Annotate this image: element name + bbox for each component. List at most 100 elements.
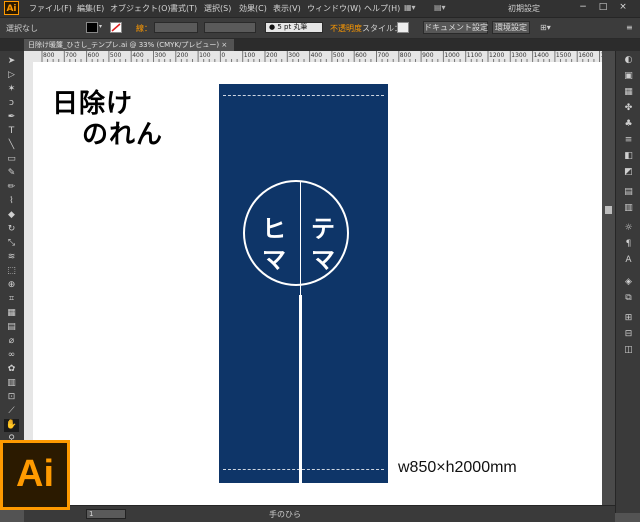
hand-tool-icon[interactable]: ✋ (4, 419, 19, 432)
graphic-styles-icon[interactable]: ▥ (622, 203, 635, 214)
variable-width-profile[interactable] (204, 22, 256, 33)
blob-brush-tool-icon[interactable]: ⌇ (4, 195, 19, 208)
menu-object[interactable]: オブジェクト(O) (110, 3, 171, 14)
rectangle-tool-icon[interactable]: ▭ (4, 153, 19, 166)
ruler-number: 200 (266, 52, 278, 59)
pen-tool-icon[interactable]: ✒ (4, 111, 19, 124)
symbols-panel-icon[interactable]: ♣ (622, 119, 635, 130)
menu-edit[interactable]: 編集(E) (77, 3, 104, 14)
fill-swatch[interactable] (86, 22, 98, 33)
align-options-icon[interactable]: ⊞▾ (540, 23, 551, 32)
color-guide-icon[interactable]: ▣ (622, 71, 635, 82)
ruler-number: 100 (243, 52, 256, 59)
bridge-icon[interactable]: ▦▾ (404, 3, 416, 12)
minimize-button[interactable]: − (578, 3, 588, 12)
document-setup-button[interactable]: ドキュメント設定 (423, 21, 488, 34)
stroke-label[interactable]: 線： (136, 23, 152, 34)
rotate-tool-icon[interactable]: ↻ (4, 223, 19, 236)
brushes-panel-icon[interactable]: ✤ (622, 103, 635, 114)
ruler-number: 900 (422, 52, 434, 59)
ruler-number: 1300 (511, 52, 527, 59)
selection-status: 選択なし (6, 24, 38, 33)
stroke-weight-field[interactable] (154, 22, 198, 33)
menu-window[interactable]: ウィンドウ(W) (307, 3, 361, 14)
menu-select[interactable]: 選択(S) (204, 3, 231, 14)
app-logo-icon: Ai (4, 1, 19, 15)
preferences-button[interactable]: 環境設定 (492, 21, 530, 34)
brush-definition[interactable]: ● 5 pt 丸筆 (265, 22, 323, 33)
type-tool-icon[interactable]: T (4, 125, 19, 138)
scroll-thumb[interactable] (605, 206, 612, 214)
symbol-sprayer-tool-icon[interactable]: ✿ (4, 363, 19, 376)
align-panel-icon[interactable]: ⊟ (622, 329, 635, 340)
slice-tool-icon[interactable]: ⟋ (4, 405, 19, 418)
shape-builder-tool-icon[interactable]: ⊕ (4, 279, 19, 292)
layers-panel-icon[interactable]: ◈ (622, 277, 635, 288)
ruler-number: 1500 (555, 52, 572, 59)
ruler-number: 100 (199, 52, 211, 59)
color-panel-icon[interactable]: ◐ (622, 55, 635, 66)
line-tool-icon[interactable]: ╲ (4, 139, 19, 152)
current-tool-status[interactable]: 手のひら (269, 509, 301, 520)
ruler-number: 1400 (533, 52, 549, 59)
panels-dock: ◐ ▣ ▦ ✤ ♣ ≡ ◧ ◩ ▤ ▥ ☼ ¶ A ◈ ⧉ ⊞ ⊟ ◫ (615, 51, 640, 513)
character-panel-icon[interactable]: ☼ (622, 223, 635, 234)
eyedropper-tool-icon[interactable]: ⌀ (4, 335, 19, 348)
paintbrush-tool-icon[interactable]: ✎ (4, 167, 19, 180)
width-tool-icon[interactable]: ≋ (4, 251, 19, 264)
kamon-char-ma-right: マ (311, 245, 335, 274)
pencil-tool-icon[interactable]: ✏ (4, 181, 19, 194)
fill-dropdown-icon[interactable]: ▾ (99, 23, 102, 30)
menu-file[interactable]: ファイル(F) (29, 3, 72, 14)
kamon-char-te: テ (311, 214, 335, 243)
stroke-panel-icon[interactable]: ≡ (622, 135, 635, 146)
ruler-number: 1200 (489, 52, 505, 59)
close-button[interactable]: × (618, 3, 628, 12)
lasso-tool-icon[interactable]: ↄ (4, 97, 19, 110)
menu-type[interactable]: 書式(T) (170, 3, 197, 14)
ruler-number: 800 (43, 52, 55, 59)
arrange-documents-icon[interactable]: ▤▾ (434, 3, 446, 12)
artboards-panel-icon[interactable]: ⧉ (622, 293, 635, 304)
paragraph-panel-icon[interactable]: ¶ (622, 239, 635, 250)
artboard-number-field[interactable]: 1 (86, 509, 126, 519)
menu-help[interactable]: ヘルプ(H) (364, 3, 400, 14)
direct-selection-tool-icon[interactable]: ▷ (4, 69, 19, 82)
swatches-panel-icon[interactable]: ▦ (622, 87, 635, 98)
artboard-tool-icon[interactable]: ⊡ (4, 391, 19, 404)
transparency-panel-icon[interactable]: ◩ (622, 167, 635, 178)
blend-tool-icon[interactable]: ∞ (4, 349, 19, 362)
gradient-panel-icon[interactable]: ◧ (622, 151, 635, 162)
selection-tool-icon[interactable]: ➤ (4, 55, 19, 68)
gradient-tool-icon[interactable]: ▤ (4, 321, 19, 334)
menu-effect[interactable]: 効果(C) (239, 3, 267, 14)
graphic-style-swatch[interactable] (397, 22, 409, 33)
graph-tool-icon[interactable]: ▥ (4, 377, 19, 390)
ruler-number: 700 (377, 52, 389, 59)
document-tab[interactable]: 日除け暖簾_ひさし_テンプレ.ai @ 33% (CMYK/プレビュー) × (24, 39, 234, 51)
maximize-button[interactable]: □ (598, 3, 608, 12)
panel-menu-icon[interactable]: ≡ (626, 23, 633, 32)
transform-panel-icon[interactable]: ⊞ (622, 313, 635, 324)
free-transform-tool-icon[interactable]: ⬚ (4, 265, 19, 278)
pathfinder-panel-icon[interactable]: ◫ (622, 345, 635, 356)
magic-wand-tool-icon[interactable]: ✶ (4, 83, 19, 96)
close-tab-icon[interactable]: × (221, 41, 227, 49)
menu-view[interactable]: 表示(V) (273, 3, 301, 14)
scale-tool-icon[interactable]: ⤡ (4, 237, 19, 250)
opacity-label[interactable]: 不透明度 (330, 23, 362, 34)
ruler-number: 800 (399, 52, 412, 59)
noren-slit (299, 295, 302, 483)
opentype-panel-icon[interactable]: A (622, 255, 635, 266)
stroke-swatch[interactable] (110, 22, 122, 33)
perspective-tool-icon[interactable]: ⌗ (4, 293, 19, 306)
noren-curtain[interactable]: テ マ ヒ マ (219, 84, 388, 483)
ruler-number: 600 (355, 52, 367, 59)
mesh-tool-icon[interactable]: ▦ (4, 307, 19, 320)
appearance-panel-icon[interactable]: ▤ (622, 187, 635, 198)
ruler-number: 300 (288, 52, 300, 59)
eraser-tool-icon[interactable]: ◆ (4, 209, 19, 222)
vertical-scrollbar[interactable] (602, 51, 615, 505)
ruler-number: 1600 (578, 52, 594, 59)
workspace-switcher[interactable]: 初期設定 (508, 3, 540, 14)
